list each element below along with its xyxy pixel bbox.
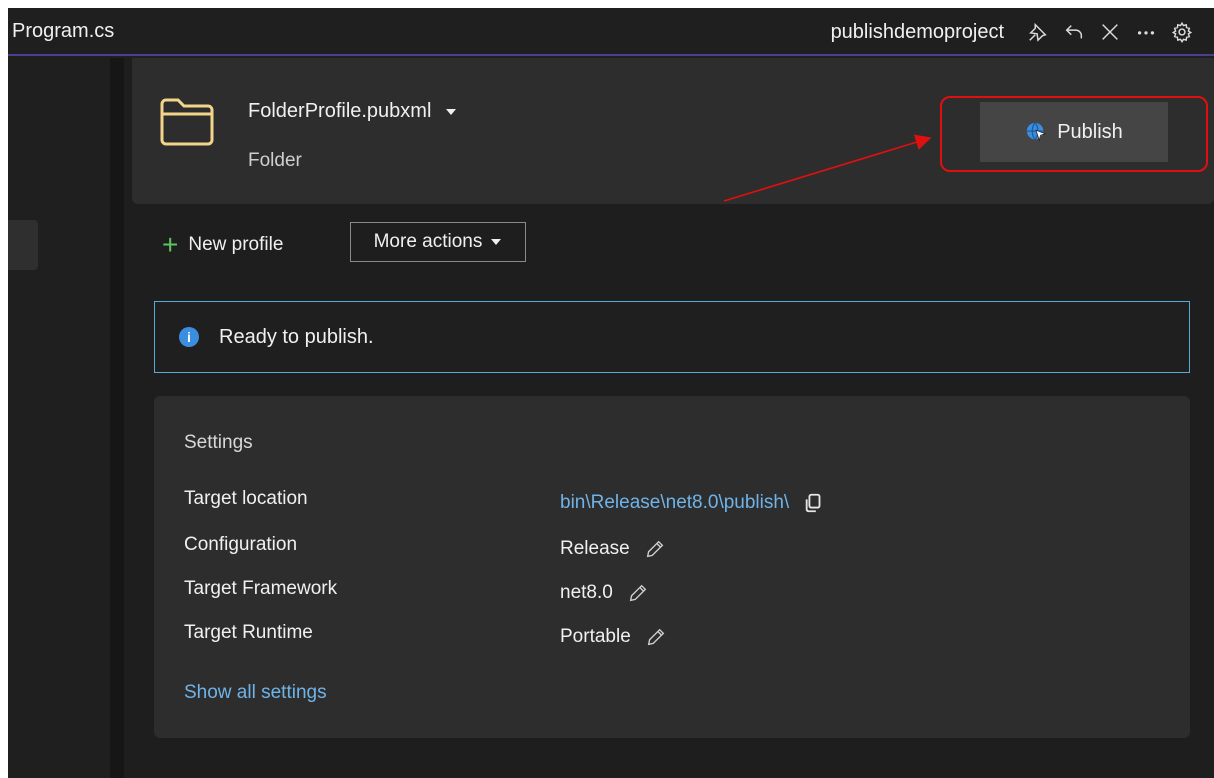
settings-icon[interactable] [1164, 16, 1200, 48]
publish-page: FolderProfile.pubxml Folder Publish + Ne… [124, 58, 1214, 778]
setting-label-target-framework: Target Framework [184, 578, 338, 599]
new-profile-label: New profile [188, 234, 284, 255]
close-icon[interactable] [1092, 16, 1128, 48]
edit-icon[interactable] [627, 582, 649, 604]
setting-value-target-framework: net8.0 [560, 578, 649, 608]
publish-button[interactable]: Publish [980, 102, 1168, 162]
profile-name: FolderProfile.pubxml [248, 100, 432, 122]
setting-value-target-location[interactable]: bin\Release\net8.0\publish\ [560, 488, 825, 518]
more-icon[interactable] [1128, 16, 1164, 48]
status-banner: i Ready to publish. [154, 301, 1190, 373]
profile-card: FolderProfile.pubxml Folder Publish [132, 58, 1214, 204]
setting-label-target-location: Target location [184, 488, 308, 509]
edit-icon[interactable] [644, 538, 666, 560]
chevron-down-icon [446, 108, 457, 115]
globe-publish-icon [1027, 122, 1047, 142]
status-message: Ready to publish. [219, 325, 374, 348]
back-icon[interactable] [1056, 16, 1092, 48]
left-panel-tab[interactable] [8, 220, 38, 270]
more-actions-dropdown[interactable]: More actions [350, 222, 526, 262]
setting-value-target-runtime: Portable [560, 622, 667, 652]
panel-splitter[interactable] [110, 58, 124, 778]
folder-icon [160, 98, 214, 146]
settings-panel: Settings Target location bin\Release\net… [154, 396, 1190, 738]
target-framework-value: net8.0 [560, 582, 613, 603]
setting-value-configuration: Release [560, 534, 666, 564]
plus-icon: + [162, 229, 179, 260]
title-bar-controls: publishdemoproject [831, 16, 1200, 48]
document-tab-title[interactable]: Program.cs [12, 20, 114, 43]
target-runtime-value: Portable [560, 626, 631, 647]
project-name: publishdemoproject [830, 20, 1004, 43]
new-profile-button[interactable]: + New profile [162, 228, 283, 262]
title-bar: Program.cs publishdemoproject [8, 8, 1214, 56]
publish-button-label: Publish [1057, 120, 1123, 143]
setting-label-target-runtime: Target Runtime [184, 622, 313, 643]
chevron-down-icon [491, 239, 502, 245]
show-all-settings-link[interactable]: Show all settings [184, 682, 327, 704]
configuration-value: Release [560, 538, 630, 559]
setting-label-configuration: Configuration [184, 534, 298, 555]
left-panel [8, 58, 110, 778]
target-location-link[interactable]: bin\Release\net8.0\publish\ [560, 492, 789, 514]
settings-title: Settings [184, 432, 253, 453]
copy-icon[interactable] [803, 492, 825, 514]
edit-icon[interactable] [645, 626, 667, 648]
profile-selector[interactable]: FolderProfile.pubxml [248, 100, 457, 123]
info-icon: i [179, 327, 199, 347]
profile-type: Folder [248, 150, 302, 171]
pin-icon[interactable] [1020, 16, 1056, 48]
more-actions-label: More actions [373, 231, 483, 252]
